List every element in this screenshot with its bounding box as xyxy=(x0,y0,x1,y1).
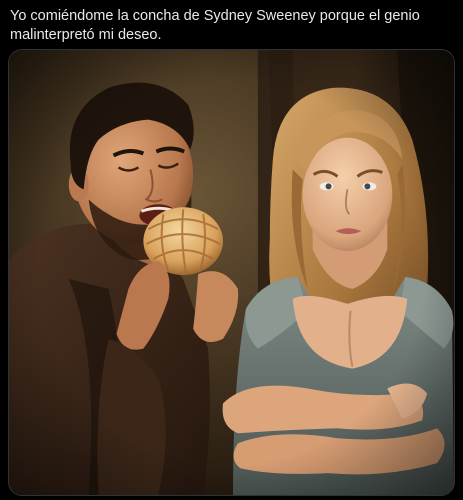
post-text: Yo comiéndome la concha de Sydney Sweene… xyxy=(10,8,420,43)
post: Yo comiéndome la concha de Sydney Sweene… xyxy=(0,0,463,500)
painting-illustration xyxy=(9,50,454,495)
post-image[interactable] xyxy=(8,49,455,496)
